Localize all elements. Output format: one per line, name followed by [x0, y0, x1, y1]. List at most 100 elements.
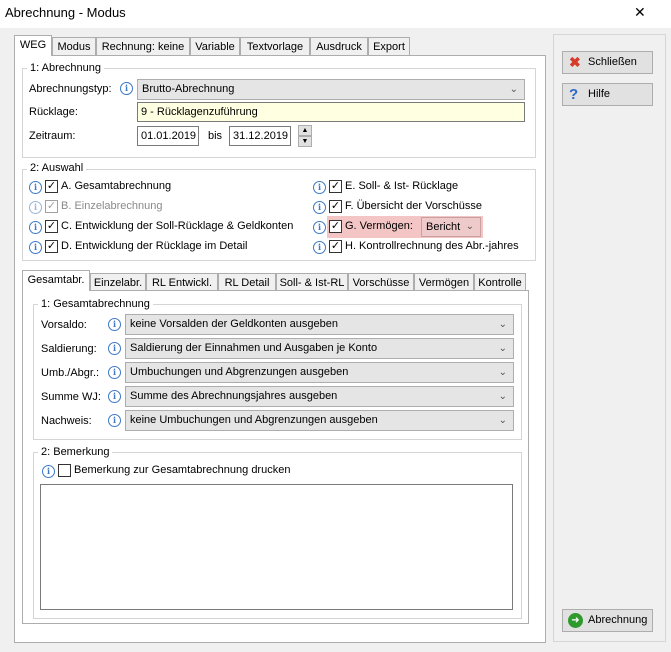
tab-variable[interactable]: Variable	[190, 37, 240, 55]
button-panel	[553, 34, 666, 642]
checkbox-a-label: A. Gesamtabrechnung	[61, 180, 172, 192]
window-close-button[interactable]: ✕	[634, 4, 646, 21]
nachweis-label: Nachweis:	[41, 415, 92, 427]
checkbox-a[interactable]: ✓	[45, 180, 58, 193]
question-icon: ?	[569, 86, 579, 103]
chevron-down-icon: ⌄	[498, 319, 507, 330]
vorsaldo-select[interactable]: keine Vorsalden der Geldkonten ausgeben …	[125, 314, 514, 335]
help-button[interactable]: ? Hilfe	[562, 83, 653, 106]
umb-abgr-value: Umbuchungen und Abgrenzungen ausgeben	[130, 366, 349, 378]
subtab-gesamtabr[interactable]: Gesamtabr.	[22, 270, 90, 291]
tab-rechnung[interactable]: Rechnung: keine	[96, 37, 190, 55]
info-icon[interactable]: i	[313, 221, 326, 234]
info-icon[interactable]: i	[120, 82, 133, 95]
checkbox-f-label: F. Übersicht der Vorschüsse	[345, 200, 482, 212]
info-icon[interactable]: i	[29, 181, 42, 194]
checkbox-g[interactable]: ✓	[329, 220, 342, 233]
window-title: Abrechnung - Modus	[5, 5, 126, 20]
subtab-vermoegen[interactable]: Vermögen	[414, 273, 474, 291]
abrechnung-button[interactable]: ➜ Abrechnung	[562, 609, 653, 632]
checkbox-f[interactable]: ✓	[329, 200, 342, 213]
checkbox-e[interactable]: ✓	[329, 180, 342, 193]
summe-wj-value: Summe des Abrechnungsjahres ausgeben	[130, 390, 338, 402]
subtab-rl-entwickl[interactable]: RL Entwickl.	[146, 273, 218, 291]
zeitraum-bis-label: bis	[208, 130, 223, 142]
spin-up-button[interactable]: ▲	[298, 125, 312, 136]
zeitraum-to-field[interactable]: 31.12.2019	[229, 126, 291, 146]
chevron-down-icon: ⌄	[498, 391, 507, 402]
chevron-down-icon: ⌄	[509, 84, 518, 95]
info-icon[interactable]: i	[29, 241, 42, 254]
subtab-einzelabr[interactable]: Einzelabr.	[90, 273, 146, 291]
info-icon[interactable]: i	[108, 414, 121, 427]
checkbox-g-label: G. Vermögen:	[345, 220, 413, 232]
info-icon[interactable]: i	[313, 181, 326, 194]
subtab-vorschuesse[interactable]: Vorschüsse	[348, 273, 414, 291]
checkbox-d[interactable]: ✓	[45, 240, 58, 253]
subtab-soll-ist[interactable]: Soll- & Ist-RL	[276, 273, 348, 291]
tab-ausdruck[interactable]: Ausdruck	[310, 37, 368, 55]
abrechnungstyp-value: Brutto-Abrechnung	[142, 83, 235, 95]
vermoegen-value: Bericht	[426, 221, 461, 233]
chevron-down-icon: ⌄	[498, 415, 507, 426]
help-button-label: Hilfe	[588, 88, 611, 100]
saldierung-select[interactable]: Saldierung der Einnahmen und Ausgaben je…	[125, 338, 514, 359]
checkbox-c-label: C. Entwicklung der Soll-Rücklage & Geldk…	[61, 220, 294, 232]
umb-abgr-label: Umb./Abgr.:	[41, 367, 100, 379]
summe-wj-label: Summe WJ:	[41, 391, 101, 403]
info-icon[interactable]: i	[313, 241, 326, 254]
info-icon[interactable]: i	[108, 342, 121, 355]
group-abrechnung-title: 1: Abrechnung	[27, 62, 104, 74]
saldierung-label: Saldierung:	[41, 343, 97, 355]
red-x-icon: ✖	[569, 54, 581, 70]
zeitraum-from-field[interactable]: 01.01.2019	[137, 126, 199, 146]
ruecklage-field[interactable]: 9 - Rücklagenzuführung	[137, 102, 525, 122]
tab-modus[interactable]: Modus	[52, 37, 96, 55]
chevron-down-icon: ⌄	[465, 221, 474, 232]
checkbox-b-label: B. Einzelabrechnung	[61, 200, 163, 212]
subtab-rl-detail[interactable]: RL Detail	[218, 273, 276, 291]
green-arrow-icon: ➜	[568, 613, 583, 628]
checkbox-e-label: E. Soll- & Ist- Rücklage	[345, 180, 459, 192]
chevron-down-icon: ⌄	[498, 343, 507, 354]
tab-textvorlage[interactable]: Textvorlage	[240, 37, 310, 55]
vermoegen-select[interactable]: Bericht ⌄	[421, 217, 481, 237]
abrechnung-button-label: Abrechnung	[588, 614, 648, 626]
info-icon[interactable]: i	[108, 390, 121, 403]
checkbox-d-label: D. Entwicklung der Rücklage im Detail	[61, 240, 248, 252]
close-button-label: Schließen	[588, 56, 637, 68]
spin-down-button[interactable]: ▼	[298, 136, 312, 147]
group-bemerkung-title: 2: Bemerkung	[38, 446, 113, 458]
group-gesamtabrechnung-title: 1: Gesamtabrechnung	[38, 298, 153, 310]
chevron-down-icon: ⌄	[498, 367, 507, 378]
close-button[interactable]: ✖ Schließen	[562, 51, 653, 74]
info-icon[interactable]: i	[313, 201, 326, 214]
checkbox-h[interactable]: ✓	[329, 240, 342, 253]
subtab-kontrolle[interactable]: Kontrolle	[474, 273, 526, 291]
info-icon[interactable]: i	[29, 221, 42, 234]
checkbox-c[interactable]: ✓	[45, 220, 58, 233]
nachweis-select[interactable]: keine Umbuchungen und Abgrenzungen ausge…	[125, 410, 514, 431]
zeitraum-label: Zeitraum:	[29, 130, 76, 142]
saldierung-value: Saldierung der Einnahmen und Ausgaben je…	[130, 342, 378, 354]
abrechnungstyp-select[interactable]: Brutto-Abrechnung ⌄	[137, 79, 525, 100]
vorsaldo-value: keine Vorsalden der Geldkonten ausgeben	[130, 318, 338, 330]
info-icon: i	[29, 201, 42, 214]
group-auswahl-title: 2: Auswahl	[27, 162, 87, 174]
summe-wj-select[interactable]: Summe des Abrechnungsjahres ausgeben ⌄	[125, 386, 514, 407]
nachweis-value: keine Umbuchungen und Abgrenzungen ausge…	[130, 414, 378, 426]
bemerkung-textarea[interactable]	[40, 484, 513, 610]
vorsaldo-label: Vorsaldo:	[41, 319, 87, 331]
bemerkung-checkbox-label: Bemerkung zur Gesamtabrechnung drucken	[74, 464, 291, 476]
bemerkung-checkbox[interactable]	[58, 464, 71, 477]
info-icon[interactable]: i	[108, 366, 121, 379]
ruecklage-label: Rücklage:	[29, 106, 78, 118]
info-icon[interactable]: i	[42, 465, 55, 478]
abrechnungstyp-label: Abrechnungstyp:	[29, 83, 112, 95]
info-icon[interactable]: i	[108, 318, 121, 331]
checkbox-b: ✓	[45, 200, 58, 213]
tab-export[interactable]: Export	[368, 37, 410, 55]
checkbox-h-label: H. Kontrollrechnung des Abr.-jahres	[345, 240, 519, 252]
tab-weg[interactable]: WEG	[14, 35, 52, 56]
umb-abgr-select[interactable]: Umbuchungen und Abgrenzungen ausgeben ⌄	[125, 362, 514, 383]
